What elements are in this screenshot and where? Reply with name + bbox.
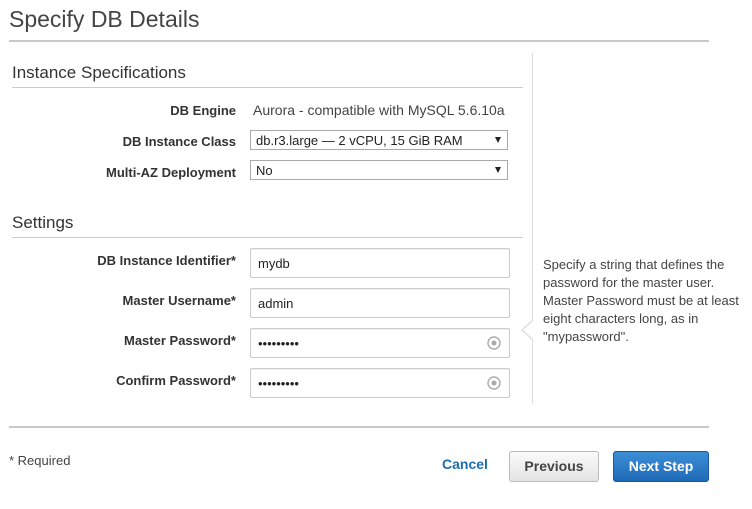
chevron-down-icon bbox=[495, 137, 501, 143]
page-title: Specify DB Details bbox=[9, 6, 200, 32]
db-instance-identifier-input[interactable]: mydb bbox=[250, 248, 510, 278]
confirm-password-label: Confirm Password* bbox=[116, 373, 236, 388]
multi-az-select[interactable]: No bbox=[250, 160, 508, 180]
chevron-down-icon bbox=[495, 167, 501, 173]
db-engine-label: DB Engine bbox=[170, 103, 236, 118]
eye-icon[interactable] bbox=[487, 376, 501, 390]
db-instance-class-selected: db.r3.large — 2 vCPU, 15 GiB RAM bbox=[256, 133, 463, 148]
confirm-password-value: ••••••••• bbox=[258, 376, 299, 391]
master-password-label: Master Password* bbox=[124, 333, 236, 348]
eye-icon[interactable] bbox=[487, 336, 501, 350]
section-title-instance-specifications: Instance Specifications bbox=[12, 63, 186, 82]
db-engine-value: Aurora - compatible with MySQL 5.6.10a bbox=[253, 102, 505, 118]
db-instance-class-select[interactable]: db.r3.large — 2 vCPU, 15 GiB RAM bbox=[250, 130, 508, 150]
help-column-divider bbox=[532, 53, 533, 404]
master-password-value: ••••••••• bbox=[258, 336, 299, 351]
next-step-button[interactable]: Next Step bbox=[613, 451, 709, 482]
section-divider-instance-specifications bbox=[12, 87, 523, 88]
cancel-button[interactable]: Cancel bbox=[437, 456, 493, 472]
previous-button[interactable]: Previous bbox=[509, 451, 599, 482]
master-username-value: admin bbox=[258, 296, 294, 311]
multi-az-selected: No bbox=[256, 163, 273, 178]
confirm-password-input[interactable]: ••••••••• bbox=[250, 368, 510, 398]
required-note: * Required bbox=[9, 453, 71, 468]
master-username-label: Master Username* bbox=[122, 293, 236, 308]
master-username-input[interactable]: admin bbox=[250, 288, 510, 318]
multi-az-label: Multi-AZ Deployment bbox=[106, 165, 236, 180]
bottom-divider bbox=[9, 426, 709, 428]
top-divider bbox=[9, 40, 709, 42]
help-tip-pointer-fill bbox=[523, 321, 533, 339]
db-instance-identifier-value: mydb bbox=[258, 256, 290, 271]
db-instance-class-label: DB Instance Class bbox=[122, 134, 236, 149]
master-password-input[interactable]: ••••••••• bbox=[250, 328, 510, 358]
section-title-settings: Settings bbox=[12, 213, 74, 232]
section-divider-settings bbox=[12, 237, 523, 238]
db-instance-identifier-label: DB Instance Identifier* bbox=[97, 253, 236, 268]
help-tip-text: Specify a string that defines the passwo… bbox=[543, 257, 739, 344]
